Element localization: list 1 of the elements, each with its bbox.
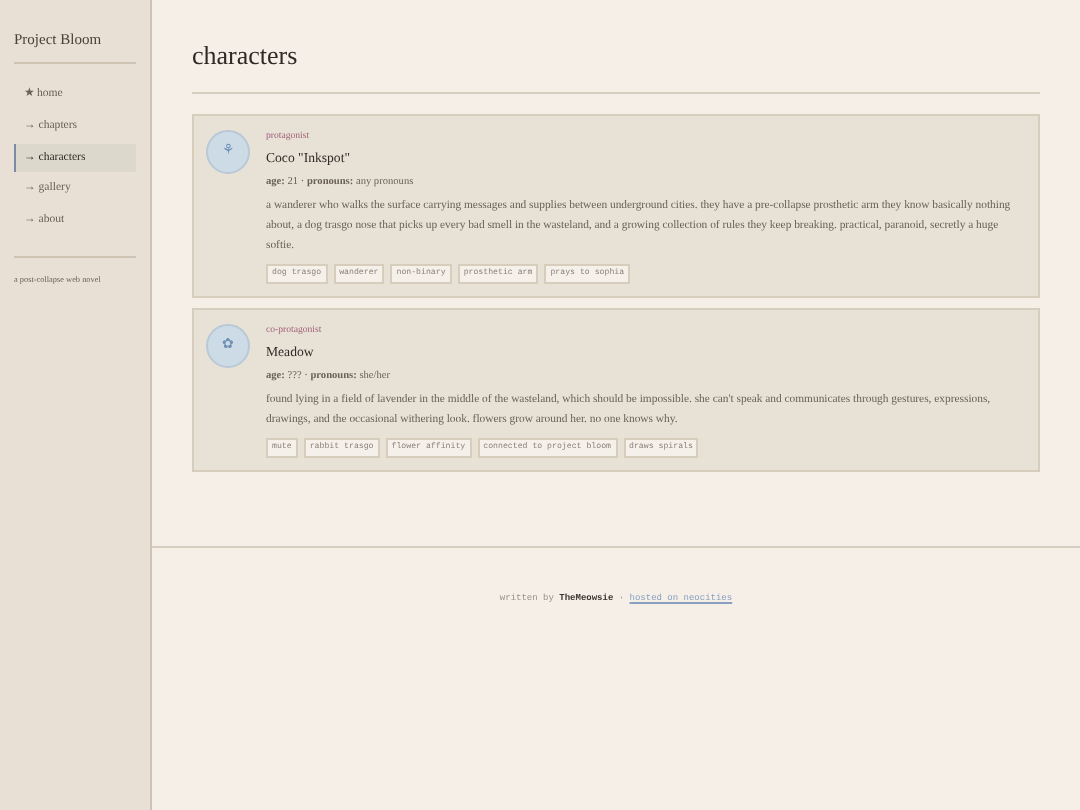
page-title: characters: [192, 32, 1040, 93]
